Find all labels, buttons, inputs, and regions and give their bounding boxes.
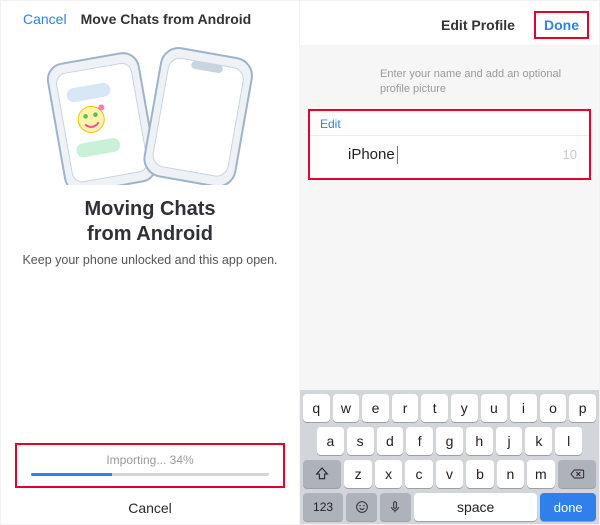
name-edit-highlight: Edit iPhone 10 [308, 109, 591, 180]
left-title: Move Chats from Android [81, 11, 252, 27]
key-u[interactable]: u [481, 394, 508, 422]
char-remaining: 10 [563, 147, 577, 162]
mic-icon [387, 499, 403, 515]
headline: Moving Chats from Android [1, 193, 299, 253]
key-g[interactable]: g [436, 427, 463, 455]
progress-bar [31, 473, 269, 476]
left-header: Cancel Move Chats from Android [1, 11, 299, 33]
keyboard-row-1: qwertyuiop [303, 394, 596, 422]
key-d[interactable]: d [377, 427, 404, 455]
cancel-link-top[interactable]: Cancel [23, 11, 67, 27]
progress-block: Importing... 34% [15, 443, 285, 488]
key-k[interactable]: k [525, 427, 552, 455]
shift-key[interactable] [303, 460, 341, 488]
emoji-icon [354, 499, 370, 515]
keyboard-row-3: zxcvbnm [303, 460, 596, 488]
subline: Keep your phone unlocked and this app op… [1, 253, 299, 277]
move-chats-pane: Cancel Move Chats from Android [1, 1, 300, 524]
space-key[interactable]: space [414, 493, 538, 521]
phones-illustration [35, 45, 265, 185]
key-c[interactable]: c [405, 460, 432, 488]
key-p[interactable]: p [569, 394, 596, 422]
done-button[interactable]: Done [544, 17, 579, 33]
key-x[interactable]: x [375, 460, 402, 488]
key-w[interactable]: w [333, 394, 360, 422]
app-frame: Cancel Move Chats from Android [0, 0, 600, 525]
numbers-key[interactable]: 123 [303, 493, 343, 521]
right-header: Edit Profile Done [300, 1, 599, 45]
key-y[interactable]: y [451, 394, 478, 422]
edit-profile-pane: Edit Profile Done Enter your name and ad… [300, 1, 599, 524]
key-b[interactable]: b [466, 460, 493, 488]
done-highlight: Done [534, 11, 589, 39]
key-i[interactable]: i [510, 394, 537, 422]
key-q[interactable]: q [303, 394, 330, 422]
key-r[interactable]: r [392, 394, 419, 422]
key-z[interactable]: z [344, 460, 371, 488]
shift-icon [314, 466, 330, 482]
profile-hint: Enter your name and add an optional prof… [300, 45, 599, 109]
illustration [1, 33, 299, 193]
key-t[interactable]: t [421, 394, 448, 422]
key-h[interactable]: h [466, 427, 493, 455]
key-f[interactable]: f [406, 427, 433, 455]
emoji-key[interactable] [346, 493, 377, 521]
edit-label[interactable]: Edit [310, 111, 589, 135]
progress-label: Importing... 34% [25, 453, 275, 467]
backspace-key[interactable] [558, 460, 596, 488]
key-j[interactable]: j [496, 427, 523, 455]
key-l[interactable]: l [555, 427, 582, 455]
text-caret [397, 146, 398, 164]
progress-fill [31, 473, 112, 476]
key-e[interactable]: e [362, 394, 389, 422]
key-v[interactable]: v [436, 460, 463, 488]
key-o[interactable]: o [540, 394, 567, 422]
name-input-row[interactable]: iPhone 10 [310, 135, 589, 178]
ios-keyboard: qwertyuiop asdfghjkl zxcvbnm 123 [300, 390, 599, 524]
key-a[interactable]: a [317, 427, 344, 455]
keyboard-row-4: 123 space done [303, 493, 596, 521]
keyboard-row-2: asdfghjkl [303, 427, 596, 455]
key-n[interactable]: n [497, 460, 524, 488]
right-title: Edit Profile [422, 17, 534, 33]
cancel-button-bottom[interactable]: Cancel [1, 496, 299, 516]
key-m[interactable]: m [527, 460, 554, 488]
backspace-icon [569, 466, 585, 482]
key-s[interactable]: s [347, 427, 374, 455]
keyboard-done-key[interactable]: done [540, 493, 596, 521]
name-input[interactable]: iPhone [348, 146, 396, 163]
mic-key[interactable] [380, 493, 411, 521]
